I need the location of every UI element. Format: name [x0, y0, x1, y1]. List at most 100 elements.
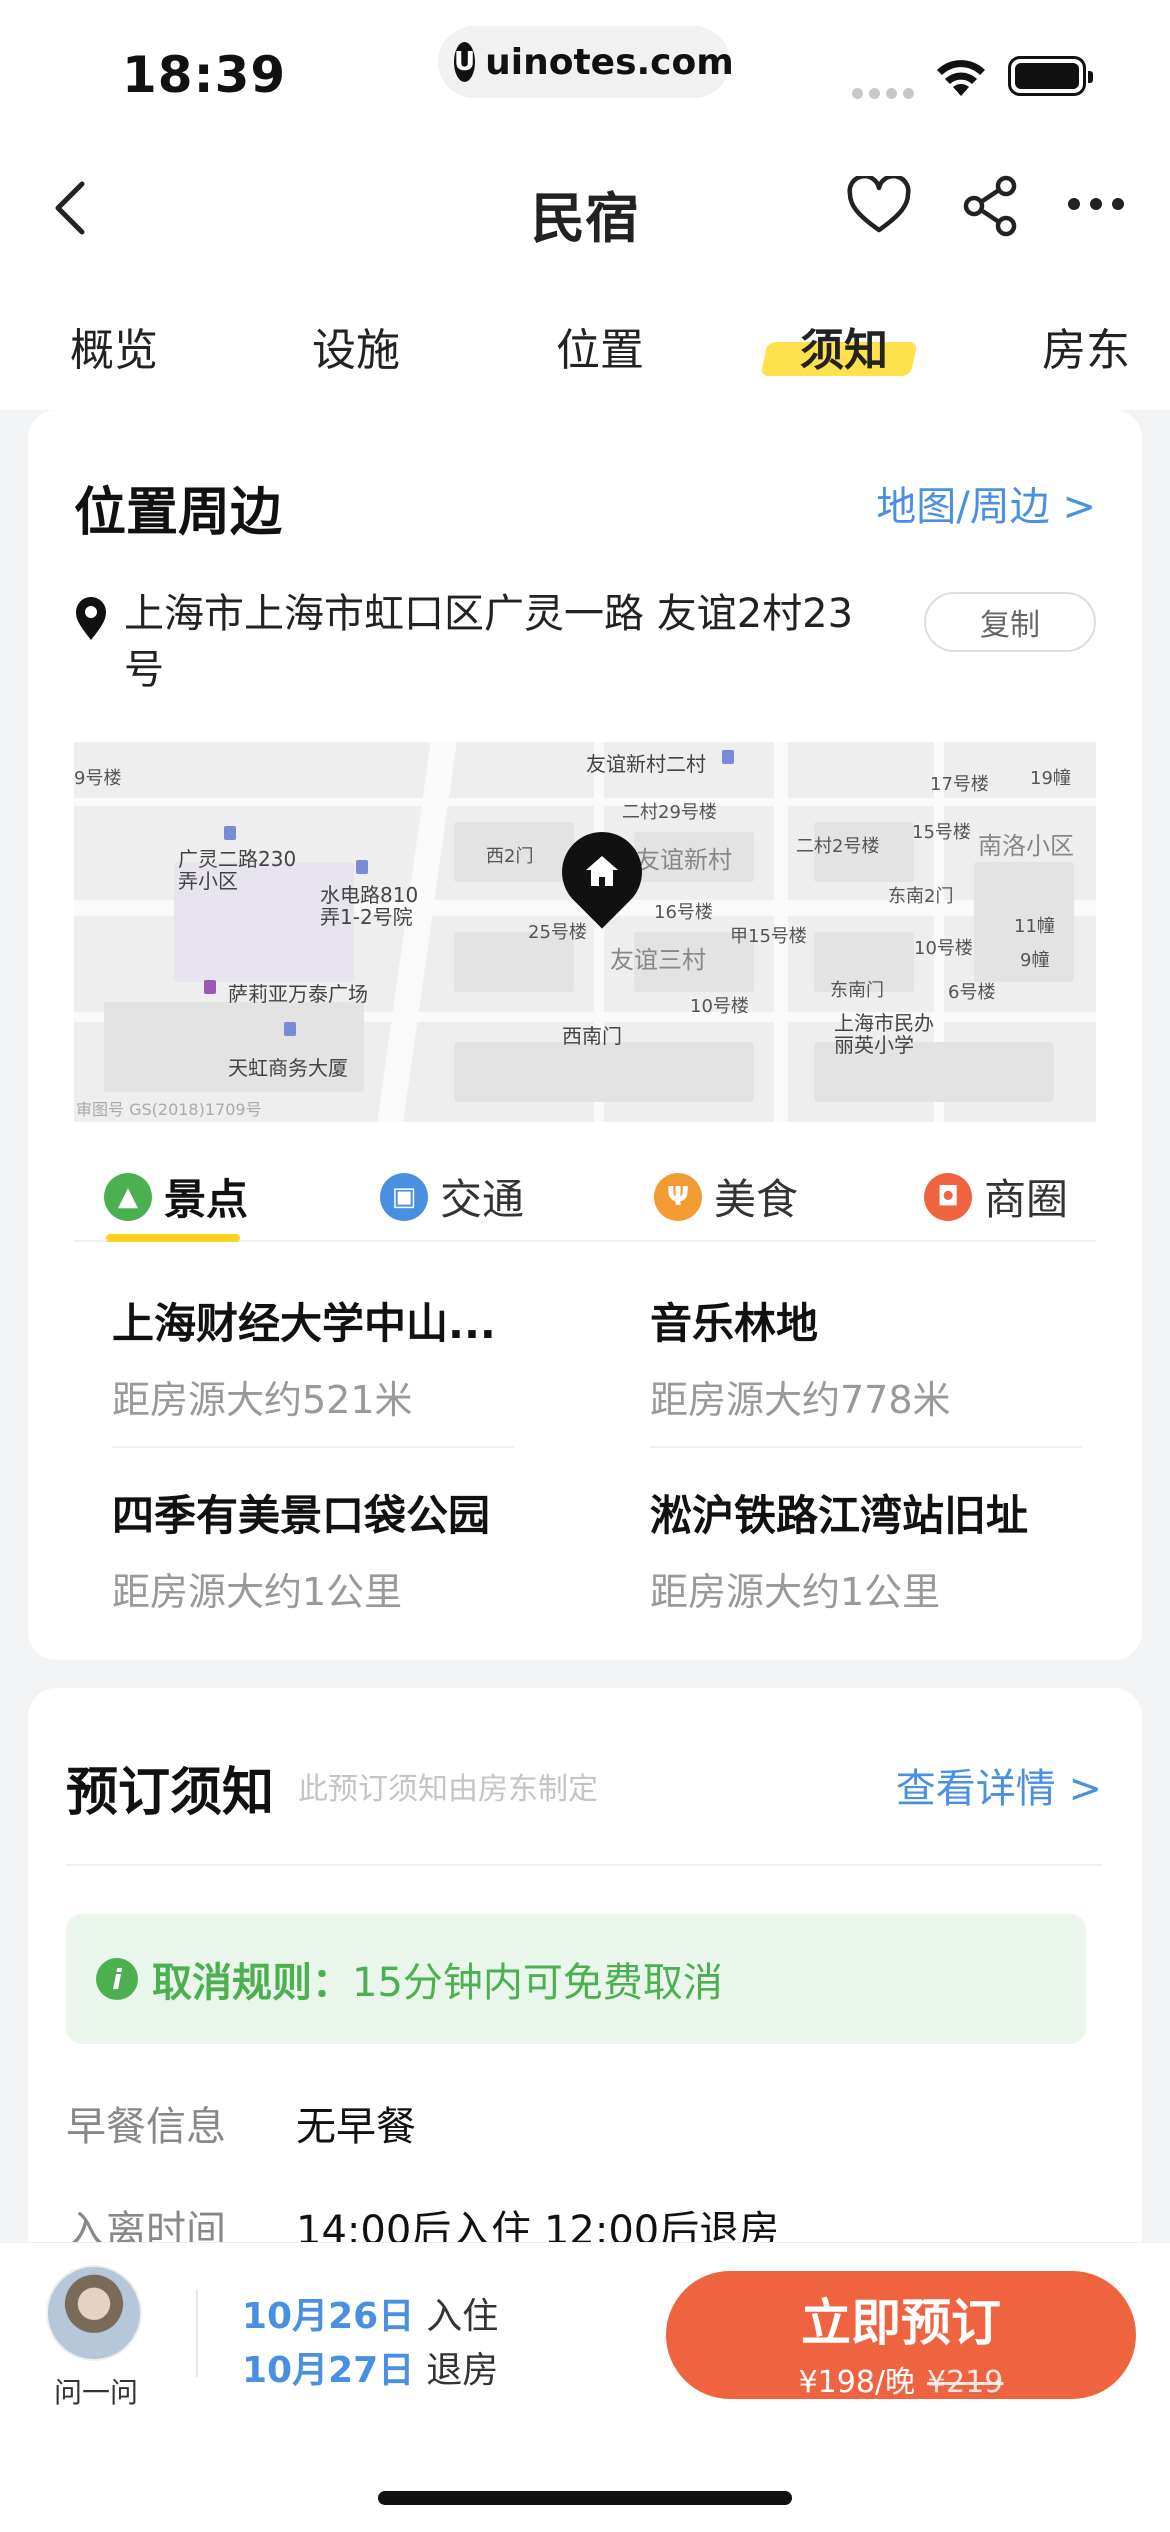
map-label: 15号楼	[912, 822, 971, 843]
copy-address-button[interactable]: 复制	[924, 592, 1096, 652]
map-label: 东南门	[830, 980, 884, 1001]
poi-item[interactable]: 四季有美景口袋公园 距房源大约1公里	[112, 1482, 512, 1616]
checkout-date-row[interactable]: 10月27日 退房	[242, 2341, 498, 2393]
poi-distance: 距房源大约521米	[112, 1378, 413, 1422]
map-label: 友谊三村	[610, 946, 706, 974]
book-now-button[interactable]: 立即预订 ¥198/晚 ¥219	[666, 2271, 1136, 2400]
map-label: 友谊新村	[636, 846, 732, 874]
book-now-label: 立即预订	[801, 2294, 1001, 2352]
map-label: 10号楼	[914, 938, 973, 959]
poi-item[interactable]: 淞沪铁路江湾站旧址 距房源大约1公里	[650, 1482, 1050, 1616]
nearby-category-tabs: ▲ 景点 ▣ 交通 Ψ 美食 ◘ 商圈	[74, 1158, 1096, 1242]
cancel-policy-label: 取消规则：	[152, 1960, 352, 2006]
site-logo-icon: U	[454, 42, 476, 82]
poi-item[interactable]: 音乐林地 距房源大约778米	[650, 1290, 1050, 1424]
map-label: 11幢	[1014, 916, 1055, 937]
checkout-label: 退房	[426, 2350, 499, 2391]
breakfast-label: 早餐信息	[66, 2104, 226, 2150]
view-details-link[interactable]: 查看详情 >	[896, 1756, 1102, 1814]
checkin-date: 10月26日	[242, 2296, 415, 2337]
map-attribution: 审图号 GS(2018)1709号	[76, 1100, 262, 1119]
home-indicator	[378, 2491, 792, 2505]
host-avatar[interactable]	[46, 2265, 142, 2361]
location-map[interactable]: 友谊新村二村 二村29号楼 17号楼 19幢 广灵二路230弄小区 水电路810…	[74, 742, 1096, 1122]
map-nearby-link[interactable]: 地图/周边 >	[876, 474, 1096, 532]
map-label: 9号楼	[74, 768, 122, 789]
divider	[112, 1446, 514, 1448]
category-label: 交通	[440, 1175, 525, 1224]
favorite-heart-icon[interactable]	[846, 176, 912, 236]
poi-distance: 距房源大约1公里	[650, 1570, 941, 1614]
cellular-signal-icon	[852, 88, 914, 99]
divider	[650, 1446, 1082, 1448]
tab-location[interactable]: 位置	[556, 314, 644, 378]
info-icon: i	[96, 1958, 138, 2000]
category-label: 景点	[164, 1175, 249, 1224]
map-label: 广灵二路230弄小区	[178, 847, 297, 893]
divider	[196, 2289, 198, 2377]
divider	[66, 1864, 1102, 1866]
poi-item[interactable]: 上海财经大学中山... 距房源大约521米	[112, 1290, 512, 1424]
map-label: 二村29号楼	[622, 802, 717, 823]
active-category-underline	[106, 1234, 240, 1242]
battery-icon	[1008, 56, 1093, 96]
poi-name: 四季有美景口袋公园	[112, 1491, 491, 1540]
booking-notice-title: 预订须知	[66, 1763, 275, 1823]
map-label: 16号楼	[654, 902, 713, 923]
bus-icon: ▣	[380, 1172, 428, 1221]
poi-name: 上海财经大学中山...	[112, 1299, 496, 1348]
more-options-icon[interactable]	[1068, 198, 1124, 210]
map-label: 9幢	[1020, 950, 1050, 971]
tab-overview[interactable]: 概览	[70, 314, 158, 378]
booking-notice-card: 预订须知 此预订须知由房东制定 查看详情 > i 取消规则：15分钟内可免费取消…	[28, 1688, 1142, 2268]
map-label: 东南2门	[888, 886, 954, 907]
share-icon[interactable]	[960, 174, 1020, 238]
checkin-label: 入住	[426, 2296, 499, 2337]
category-label: 商圈	[984, 1175, 1069, 1224]
tab-host[interactable]: 房东	[1042, 314, 1130, 378]
shopping-bag-icon: ◘	[924, 1172, 972, 1221]
cancel-policy-value: 15分钟内可免费取消	[352, 1960, 723, 2006]
category-sights[interactable]: ▲ 景点	[104, 1166, 248, 1227]
map-label: 6号楼	[948, 982, 996, 1003]
map-label: 西南门	[562, 1024, 622, 1048]
map-label: 25号楼	[528, 922, 587, 943]
cancel-policy-box: i 取消规则：15分钟内可免费取消	[66, 1914, 1086, 2044]
map-label: 17号楼	[930, 774, 989, 795]
map-label: 西2门	[486, 846, 534, 867]
poi-name: 音乐林地	[650, 1299, 819, 1348]
map-label: 天虹商务大厦	[228, 1056, 348, 1080]
booking-notice-subtitle: 此预订须知由房东制定	[298, 1772, 598, 1807]
map-label: 南洛小区	[978, 832, 1074, 860]
category-transport[interactable]: ▣ 交通	[380, 1166, 524, 1227]
category-food[interactable]: Ψ 美食	[654, 1166, 798, 1227]
poi-distance: 距房源大约778米	[650, 1378, 951, 1422]
map-label: 友谊新村二村	[586, 752, 706, 776]
map-label: 萨莉亚万泰广场	[228, 982, 368, 1006]
nightly-price: ¥198/晚	[798, 2365, 916, 2400]
map-label: 水电路810弄1-2号院	[320, 883, 419, 929]
location-card: 位置周边 地图/周边 > 上海市上海市虹口区广灵一路 友谊2村23号 复制 友谊…	[28, 410, 1142, 1660]
map-label: 上海市民办丽英小学	[834, 1011, 934, 1057]
address-text: 上海市上海市虹口区广灵一路 友谊2村23号	[124, 591, 854, 693]
wifi-icon	[937, 60, 985, 96]
ask-host-label[interactable]: 问一问	[48, 2371, 144, 2411]
mountain-icon: ▲	[104, 1172, 152, 1221]
original-price: ¥219	[927, 2365, 1004, 2400]
url-pill[interactable]: U uinotes.com	[438, 26, 734, 98]
checkin-date-row[interactable]: 10月26日 入住	[242, 2287, 498, 2339]
map-label: 10号楼	[690, 996, 749, 1017]
home-icon	[586, 856, 618, 886]
category-label: 美食	[714, 1175, 799, 1224]
checkout-date: 10月27日	[242, 2350, 415, 2391]
category-shopping[interactable]: ◘ 商圈	[924, 1166, 1068, 1227]
status-time: 18:39	[122, 46, 287, 104]
section-tabs: 概览 设施 位置 须知 房东	[0, 270, 1170, 410]
poi-distance: 距房源大约1公里	[112, 1570, 403, 1614]
tab-notice[interactable]: 须知	[800, 314, 888, 378]
status-bar: 18:39 U uinotes.com	[0, 0, 1170, 140]
tab-facilities[interactable]: 设施	[312, 314, 400, 378]
map-label: 二村2号楼	[796, 836, 880, 857]
cancel-policy-text: 取消规则：15分钟内可免费取消	[152, 1950, 723, 2008]
fork-knife-icon: Ψ	[654, 1172, 702, 1221]
